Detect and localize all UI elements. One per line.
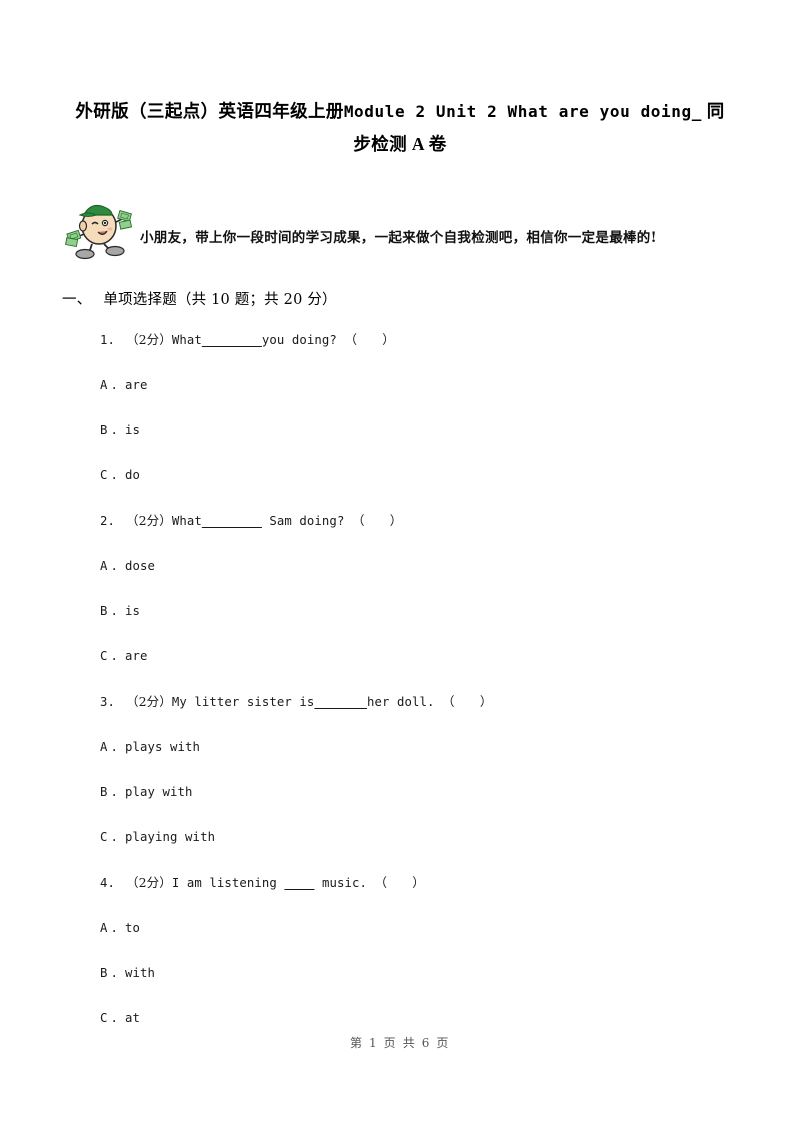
section-number: 一、: [62, 292, 92, 308]
questions-list: 1. （2分）What________you doing? （ ） A. are B…: [100, 332, 740, 1056]
option-key: B: [100, 785, 108, 799]
question-text-after: her doll.: [366, 695, 435, 709]
question-stem: 2. （2分）What________ Sam doing? （ ）: [100, 513, 740, 559]
option-dot: .: [110, 604, 119, 618]
answer-blank[interactable]: _______: [314, 695, 367, 709]
question-text-before: My litter sister is: [171, 695, 315, 709]
option-dot: .: [110, 378, 119, 392]
option-text: do: [125, 468, 141, 482]
option-dot: .: [110, 468, 119, 482]
option-text: dose: [125, 559, 156, 573]
question-option[interactable]: A. dose: [100, 559, 740, 604]
option-key: C: [100, 830, 108, 844]
question-text-before: What: [171, 514, 202, 528]
section-title: 单项选择题（共 10 题；共 20 分）: [103, 292, 337, 308]
document-page: 外研版（三起点）英语四年级上册Module 2 Unit 2 What are …: [0, 0, 800, 1132]
option-dot: .: [110, 785, 119, 799]
question-option[interactable]: A. to: [100, 921, 740, 966]
option-key: A: [100, 740, 108, 754]
question-option[interactable]: B. play with: [100, 785, 740, 830]
question-score: （2分）: [126, 332, 172, 347]
question-text-before: What: [171, 333, 202, 347]
notice-banner: 小朋友，带上你一段时间的学习成果，一起来做个自我检测吧，相信你一定是最棒的!: [62, 198, 762, 260]
answer-bracket[interactable]: （ ）: [374, 875, 424, 890]
answer-bracket[interactable]: （ ）: [442, 694, 492, 709]
question-index: 2.: [100, 514, 116, 528]
option-text: is: [125, 604, 141, 618]
question-option[interactable]: C. are: [100, 649, 740, 694]
option-dot: .: [110, 423, 119, 437]
option-text: are: [125, 378, 148, 392]
page-title: 外研版（三起点）英语四年级上册Module 2 Unit 2 What are …: [62, 95, 738, 161]
question-block: 3. （2分）My litter sister is_______her doll…: [100, 694, 740, 875]
option-text: with: [125, 966, 156, 980]
option-key: B: [100, 604, 108, 618]
question-option[interactable]: B. is: [100, 423, 740, 468]
option-text: are: [125, 649, 148, 663]
option-key: A: [100, 921, 108, 935]
question-block: 4. （2分）I am listening ____ music. （ ） A. t…: [100, 875, 740, 1056]
option-key: A: [100, 559, 108, 573]
egg-mascot-icon: [62, 198, 136, 260]
option-dot: .: [110, 740, 119, 754]
question-option[interactable]: C. playing with: [100, 830, 740, 875]
option-key: B: [100, 966, 108, 980]
answer-blank[interactable]: ________: [202, 514, 262, 528]
option-text: playing with: [125, 830, 216, 844]
question-index: 1.: [100, 333, 116, 347]
option-dot: .: [110, 649, 119, 663]
question-option[interactable]: C. do: [100, 468, 740, 513]
question-text-after: you doing?: [261, 333, 337, 347]
option-key: C: [100, 468, 108, 482]
answer-bracket[interactable]: （ ）: [344, 332, 394, 347]
option-dot: .: [110, 921, 119, 935]
question-option[interactable]: B. with: [100, 966, 740, 1011]
option-dot: .: [110, 559, 119, 573]
question-block: 1. （2分）What________you doing? （ ） A. are B…: [100, 332, 740, 513]
option-key: A: [100, 378, 108, 392]
title-cjk-prefix: 外研版（三起点）英语四年级上册: [75, 101, 344, 121]
option-key: C: [100, 649, 108, 663]
question-stem: 3. （2分）My litter sister is_______her doll…: [100, 694, 740, 740]
question-option[interactable]: B. is: [100, 604, 740, 649]
question-stem: 1. （2分）What________you doing? （ ）: [100, 332, 740, 378]
answer-blank[interactable]: ________: [202, 333, 262, 347]
option-dot: .: [110, 966, 119, 980]
option-dot: .: [110, 830, 119, 844]
title-line-two: 步检测 A 卷: [353, 134, 447, 154]
title-english: Module 2 Unit 2 What are you doing_: [343, 102, 702, 121]
option-text: play with: [125, 785, 193, 799]
question-index: 4.: [100, 876, 116, 890]
option-text: plays with: [125, 740, 201, 754]
question-text-after: Sam doing?: [261, 514, 345, 528]
question-score: （2分）: [126, 694, 172, 709]
question-option[interactable]: A. are: [100, 378, 740, 423]
answer-bracket[interactable]: （ ）: [352, 513, 402, 528]
option-key: C: [100, 1011, 108, 1025]
notice-text: 小朋友，带上你一段时间的学习成果，一起来做个自我检测吧，相信你一定是最棒的!: [140, 230, 657, 246]
question-stem: 4. （2分）I am listening ____ music. （ ）: [100, 875, 740, 921]
option-text: at: [125, 1011, 141, 1025]
question-score: （2分）: [126, 875, 172, 890]
question-index: 3.: [100, 695, 116, 709]
option-key: B: [100, 423, 108, 437]
question-text-before: I am listening: [171, 876, 285, 890]
section-header: 一、 单项选择题（共 10 题；共 20 分）: [62, 288, 337, 309]
question-option[interactable]: A. plays with: [100, 740, 740, 785]
question-score: （2分）: [126, 513, 172, 528]
answer-blank[interactable]: ____: [284, 876, 314, 890]
page-footer: 第 1 页 共 6 页: [350, 1036, 450, 1050]
question-block: 2. （2分）What________ Sam doing? （ ） A. dose…: [100, 513, 740, 694]
question-text-after: music.: [314, 876, 367, 890]
option-dot: .: [110, 1011, 119, 1025]
option-text: is: [125, 423, 141, 437]
title-cjk-tail: 同: [706, 101, 725, 121]
option-text: to: [125, 921, 141, 935]
